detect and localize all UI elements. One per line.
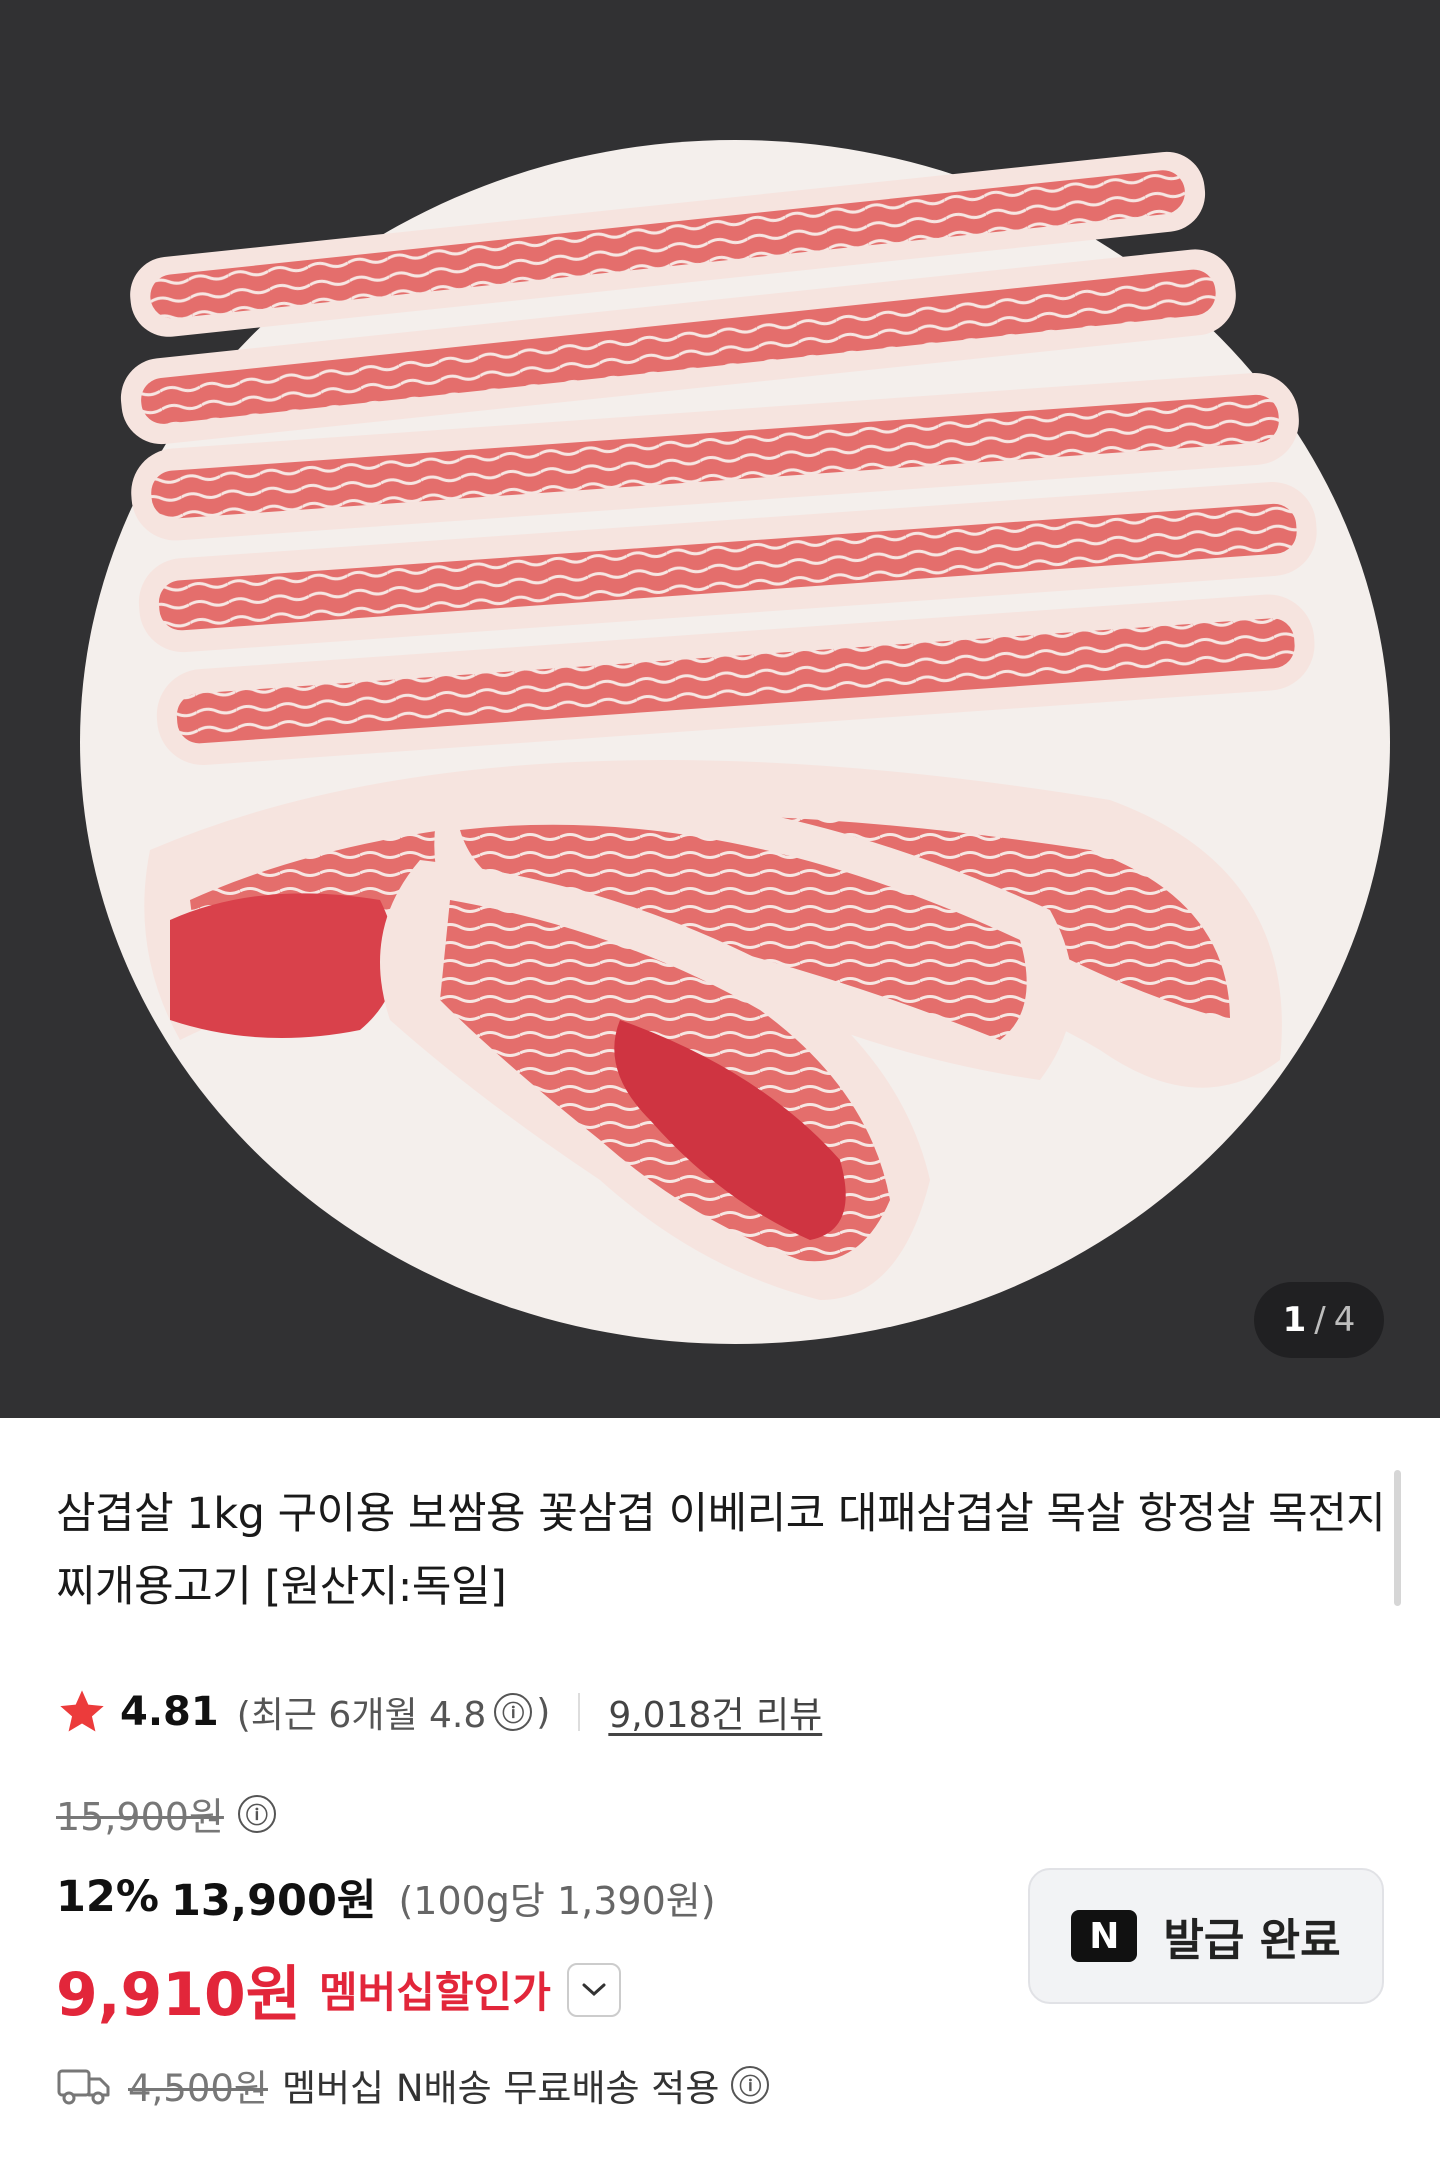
sale-price-row: 12% 13,900원 (100g당 1,390원) — [56, 1866, 716, 1928]
recent-rating-close: ) — [536, 1691, 551, 1733]
scrollbar[interactable] — [1394, 1470, 1401, 1606]
info-icon[interactable]: ⓘ — [494, 1693, 533, 1731]
truck-icon — [57, 2069, 110, 2105]
member-price-label: 멤버십할인가 — [319, 1968, 551, 2017]
discount-percent: 12% — [56, 1872, 159, 1922]
unit-price: (100g당 1,390원) — [398, 1878, 716, 1923]
shipping-row: 4,500원 멤버십 N배송 무료배송 적용 ⓘ — [56, 2058, 770, 2112]
original-price: 15,900원 — [56, 1795, 224, 1839]
divider — [578, 1693, 581, 1731]
review-count-link[interactable]: 9,018건 리뷰 — [608, 1686, 822, 1738]
member-price-row: 9,910원 멤버십할인가 — [56, 1946, 621, 2033]
product-title: 삼겹살 1kg 구이용 보쌈용 꽃삼겹 이베리코 대패삼겹살 목살 항정살 목전… — [56, 1489, 1386, 1612]
product-image[interactable]: 1 / 4 — [0, 0, 1440, 1418]
original-price-row: 15,900원 ⓘ — [56, 1786, 276, 1841]
image-pager: 1 / 4 — [1254, 1282, 1384, 1358]
rating-row: 4.81 (최근 6개월 4.8 ⓘ ) 9,018건 리뷰 — [56, 1682, 822, 1742]
shipping-text: 멤버십 N배송 무료배송 적용 — [281, 2067, 720, 2110]
naver-n-icon: N — [1071, 1910, 1138, 1962]
rating-score: 4.81 — [120, 1689, 219, 1735]
pager-separator: / — [1314, 1300, 1326, 1340]
recent-rating-label: (최근 6개월 4.8 — [236, 1695, 487, 1736]
sale-price: 13,900원 — [170, 1876, 377, 1926]
coupon-label: 발급 완료 — [1163, 1915, 1341, 1966]
chevron-down-icon[interactable] — [566, 1962, 621, 2017]
pager-current: 1 — [1282, 1300, 1307, 1340]
coupon-issued-button[interactable]: N 발급 완료 — [1028, 1868, 1384, 2004]
pager-total: 4 — [1333, 1300, 1356, 1340]
pork-belly-photo — [80, 140, 1390, 1344]
info-icon[interactable]: ⓘ — [237, 1794, 276, 1833]
member-price: 9,910원 — [56, 1960, 301, 2030]
recent-rating: (최근 6개월 4.8 ⓘ ) — [237, 1686, 551, 1738]
star-icon — [60, 1690, 104, 1732]
info-icon[interactable]: ⓘ — [731, 2066, 770, 2104]
original-shipping-fee: 4,500원 — [128, 2067, 268, 2110]
